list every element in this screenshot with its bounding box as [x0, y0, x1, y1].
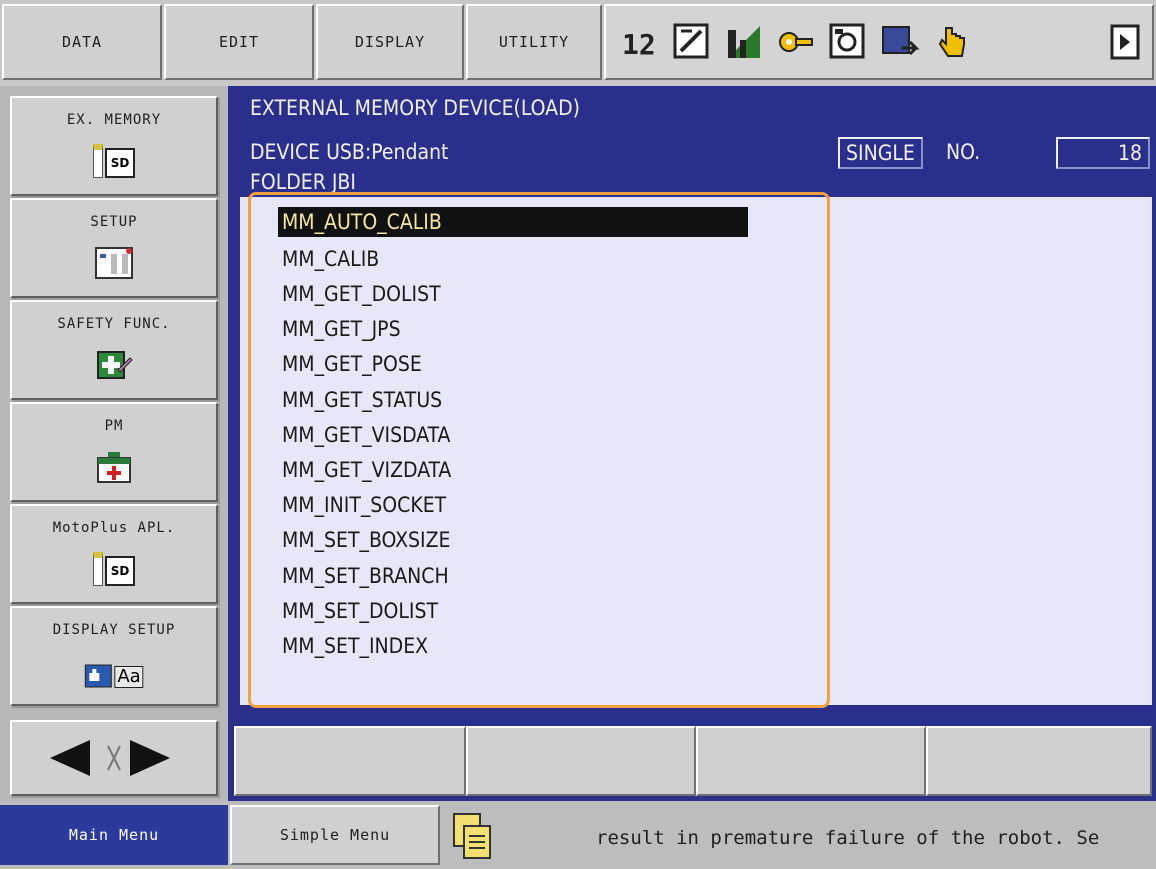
signal-icon[interactable]: [724, 22, 764, 62]
safety-icon: [94, 346, 134, 382]
highlight-box: [248, 192, 830, 708]
left-item-label: SAFETY FUNC.: [57, 316, 171, 332]
left-item-pm[interactable]: PM: [10, 402, 218, 502]
screen-title: EXTERNAL MEMORY DEVICE(LOAD): [250, 96, 580, 120]
teaching-icon[interactable]: [828, 22, 868, 62]
left-item-display-setup[interactable]: DISPLAY SETUP Aa: [10, 606, 218, 706]
device-label: DEVICE USB:Pendant: [250, 140, 449, 164]
display-setup-icon: Aa: [84, 652, 144, 688]
menu-data[interactable]: DATA: [2, 4, 162, 80]
mode-select[interactable]: SINGLE: [838, 137, 923, 169]
toolbar: 12: [604, 4, 1154, 80]
screen-switch-icon[interactable]: [880, 22, 920, 62]
sd-card-icon: SD: [93, 550, 135, 586]
menu-edit[interactable]: EDIT: [164, 4, 314, 80]
key-icon[interactable]: [776, 22, 816, 62]
left-item-label: SETUP: [90, 214, 138, 230]
menu-data-label: DATA: [61, 33, 103, 51]
right-arrow-icon[interactable]: [124, 738, 174, 782]
function-key-2[interactable]: [466, 726, 696, 796]
svg-text:12: 12: [622, 28, 656, 61]
left-arrow-icon[interactable]: [46, 738, 96, 782]
arrow-separator-icon: [106, 744, 122, 776]
menu-edit-label: EDIT: [218, 33, 260, 51]
left-item-safety-func[interactable]: SAFETY FUNC.: [10, 300, 218, 400]
sd-card-icon: SD: [93, 142, 135, 178]
folder-label: FOLDER JBI: [250, 170, 356, 192]
left-item-ex-memory[interactable]: EX. MEMORY SD: [10, 96, 218, 196]
left-item-setup[interactable]: SETUP: [10, 198, 218, 298]
menu-utility[interactable]: UTILITY: [466, 4, 602, 80]
medical-kit-icon: [94, 448, 134, 484]
no-label: NO.: [946, 140, 981, 164]
robot-coordinates-icon[interactable]: 12: [620, 22, 660, 62]
status-message: result in premature failure of the robot…: [596, 827, 1100, 849]
message-icon: [452, 812, 492, 864]
setup-panel-icon: [94, 244, 134, 280]
function-key-1[interactable]: [234, 726, 466, 796]
hand-icon[interactable]: [932, 22, 972, 62]
menu-utility-label: UTILITY: [498, 33, 570, 51]
function-key-4[interactable]: [926, 726, 1152, 796]
main-menu-button[interactable]: Main Menu: [0, 805, 228, 865]
menu-display-label: DISPLAY: [354, 33, 426, 51]
job-edit-icon[interactable]: [672, 22, 712, 62]
no-value-field[interactable]: 18: [1056, 137, 1150, 169]
simple-menu-button[interactable]: Simple Menu: [230, 805, 440, 865]
left-item-label: PM: [104, 418, 124, 434]
left-item-label: EX. MEMORY: [66, 112, 162, 128]
left-item-motoplus-apl[interactable]: MotoPlus APL. SD: [10, 504, 218, 604]
menu-display[interactable]: DISPLAY: [316, 4, 464, 80]
left-item-label: DISPLAY SETUP: [52, 622, 176, 638]
left-item-label: MotoPlus APL.: [52, 520, 176, 536]
next-page-icon[interactable]: [1106, 22, 1146, 62]
function-key-3[interactable]: [696, 726, 926, 796]
page-arrows: [10, 720, 218, 796]
